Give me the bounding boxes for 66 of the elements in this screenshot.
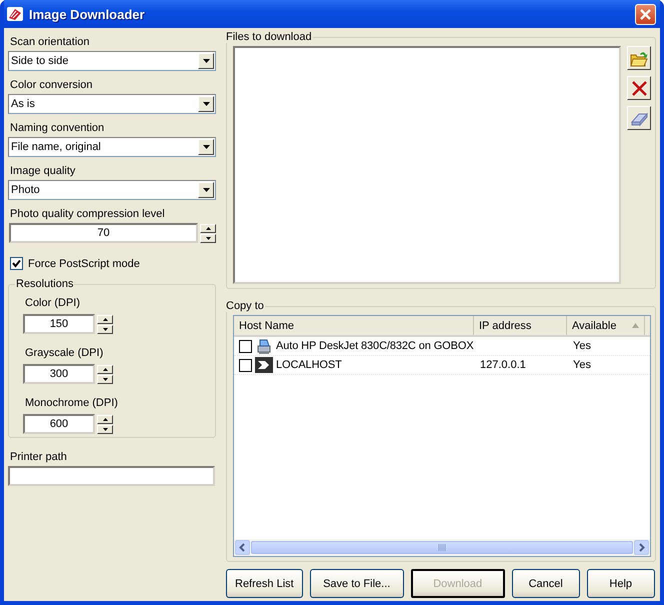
dropdown[interactable]: As is	[8, 94, 216, 114]
close-icon	[639, 8, 652, 20]
table-cell: Yes	[573, 340, 591, 352]
check-icon	[12, 259, 21, 268]
remove-button[interactable]	[627, 76, 651, 100]
spin-down-button[interactable]	[97, 324, 113, 334]
field-label: Photo quality compression level	[10, 207, 166, 221]
up-arrow-icon	[206, 226, 210, 230]
delete-x-icon	[630, 80, 648, 96]
spin-up-button[interactable]	[200, 224, 216, 232]
column-header[interactable]: IP address	[474, 316, 567, 335]
checkbox[interactable]	[10, 257, 23, 270]
column-header[interactable]: Available	[567, 316, 645, 335]
dialog-button[interactable]: Refresh List	[226, 569, 303, 598]
group-title: Resolutions	[15, 278, 74, 290]
up-arrow-icon	[102, 368, 108, 370]
table-cell: LOCALHOST	[276, 359, 342, 371]
app-icon	[6, 5, 24, 23]
grip-icon	[438, 544, 446, 551]
number-field[interactable]: 70	[9, 223, 198, 243]
field-label: Color conversion	[10, 78, 94, 92]
table-cell: 127.0.0.1	[480, 359, 526, 371]
spin-up-button[interactable]	[97, 414, 113, 424]
group-title: Copy to	[225, 300, 265, 312]
spin-down-button[interactable]	[97, 424, 113, 434]
field-label: Monochrome (DPI)	[25, 396, 119, 410]
input-field[interactable]	[8, 466, 215, 486]
down-arrow-icon	[102, 328, 108, 330]
number-field[interactable]: 150	[23, 314, 95, 334]
clear-button[interactable]	[627, 106, 651, 130]
spin-down-button[interactable]	[200, 234, 216, 242]
up-arrow-icon	[102, 418, 108, 420]
down-arrow-icon	[206, 236, 210, 240]
table-cell: Auto HP DeskJet 830C/832C on GOBOX	[276, 340, 474, 352]
add-button[interactable]	[627, 46, 651, 70]
down-arrow-icon	[102, 428, 108, 430]
dropdown[interactable]: Side to side	[8, 51, 216, 71]
horizontal-scrollbar[interactable]	[234, 539, 650, 556]
number-field[interactable]: 300	[23, 364, 95, 384]
down-arrow-icon	[102, 378, 108, 380]
close-button[interactable]	[635, 4, 656, 24]
checkbox[interactable]	[239, 340, 252, 352]
spin-up-button[interactable]	[97, 364, 113, 374]
column-header[interactable]: Host Name	[234, 316, 474, 335]
checkbox[interactable]	[239, 358, 252, 372]
spin-down-button[interactable]	[97, 374, 113, 384]
group-title: Files to download	[225, 31, 313, 43]
host-list[interactable]: Host Name IP address Available Auto HP DeskJet 830C/832C on GOBOX Yes LOCALHOST 127.0.0.1 Yes	[233, 315, 651, 557]
field-label: Scan orientation	[10, 35, 90, 49]
field-label: Printer path	[10, 450, 68, 464]
dropdown[interactable]: Photo	[8, 180, 216, 200]
field-label: Grayscale (DPI)	[25, 346, 104, 360]
table-cell: Yes	[573, 359, 591, 371]
spin-up-button[interactable]	[97, 314, 113, 324]
folder-icon	[630, 50, 648, 66]
dialog-button[interactable]: Help	[586, 569, 655, 598]
field-label: Image quality	[10, 164, 76, 178]
dialog-button[interactable]: Save to File...	[310, 569, 404, 598]
field-label: Naming convention	[10, 121, 106, 135]
checkbox-label: Force PostScript mode	[28, 258, 140, 270]
dialog-button[interactable]: Cancel	[512, 569, 580, 598]
up-arrow-icon	[102, 318, 108, 320]
dropdown[interactable]: File name, original	[8, 137, 216, 157]
number-field[interactable]: 600	[23, 414, 95, 434]
field-label: Color (DPI)	[25, 296, 82, 310]
window-title: Image Downloader	[29, 6, 146, 22]
